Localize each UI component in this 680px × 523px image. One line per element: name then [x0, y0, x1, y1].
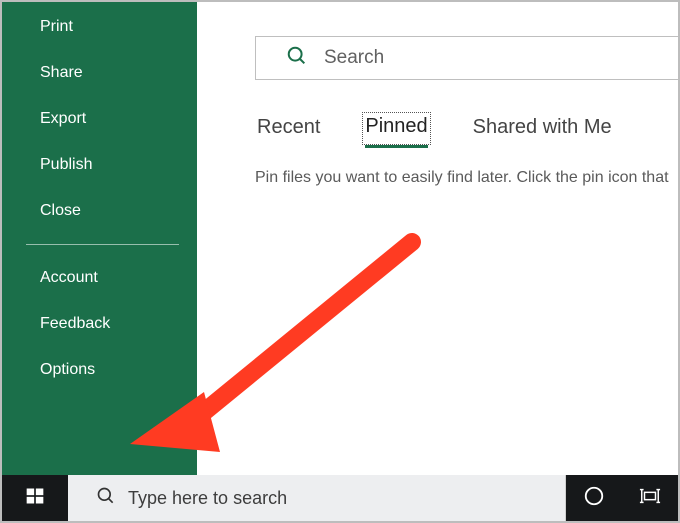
- sidebar-item-label: Options: [40, 361, 95, 378]
- tabs-row: Recent Pinned Shared with Me: [255, 112, 678, 145]
- sidebar-item-publish[interactable]: Publish: [2, 142, 197, 188]
- sidebar-item-print[interactable]: Print: [2, 4, 197, 50]
- windows-taskbar: Type here to search: [2, 475, 678, 521]
- windows-logo-icon: [25, 486, 45, 511]
- search-placeholder: Search: [324, 47, 384, 69]
- search-icon: [96, 486, 116, 511]
- sidebar-item-label: Account: [40, 269, 98, 286]
- sidebar-separator: [26, 244, 179, 245]
- search-icon: [286, 45, 308, 72]
- tab-shared-with-me[interactable]: Shared with Me: [471, 114, 614, 145]
- search-input[interactable]: Search: [255, 36, 678, 80]
- task-view-button[interactable]: [622, 475, 678, 521]
- taskbar-search-input[interactable]: Type here to search: [68, 475, 566, 521]
- sidebar-item-feedback[interactable]: Feedback: [2, 301, 197, 347]
- sidebar-item-label: Close: [40, 202, 81, 219]
- sidebar-item-share[interactable]: Share: [2, 50, 197, 96]
- sidebar-item-account[interactable]: Account: [2, 255, 197, 301]
- cortana-icon: [583, 485, 605, 512]
- backstage-sidebar: Print Share Export Publish Close Account…: [2, 2, 197, 475]
- tab-pinned[interactable]: Pinned: [362, 112, 430, 145]
- sidebar-item-label: Publish: [40, 156, 92, 173]
- sidebar-item-options[interactable]: Options: [2, 347, 197, 393]
- start-button[interactable]: [2, 475, 68, 521]
- sidebar-item-label: Feedback: [40, 315, 110, 332]
- sidebar-item-export[interactable]: Export: [2, 96, 197, 142]
- sidebar-item-label: Export: [40, 110, 86, 127]
- pinned-description: Pin files you want to easily find later.…: [255, 169, 678, 187]
- sidebar-item-label: Share: [40, 64, 83, 81]
- taskbar-search-placeholder: Type here to search: [128, 488, 287, 509]
- task-view-icon: [639, 485, 661, 512]
- sidebar-item-label: Print: [40, 18, 73, 35]
- main-content: Search Recent Pinned Shared with Me Pin …: [197, 2, 678, 475]
- cortana-button[interactable]: [566, 475, 622, 521]
- sidebar-item-close[interactable]: Close: [2, 188, 197, 234]
- tab-recent[interactable]: Recent: [255, 114, 322, 145]
